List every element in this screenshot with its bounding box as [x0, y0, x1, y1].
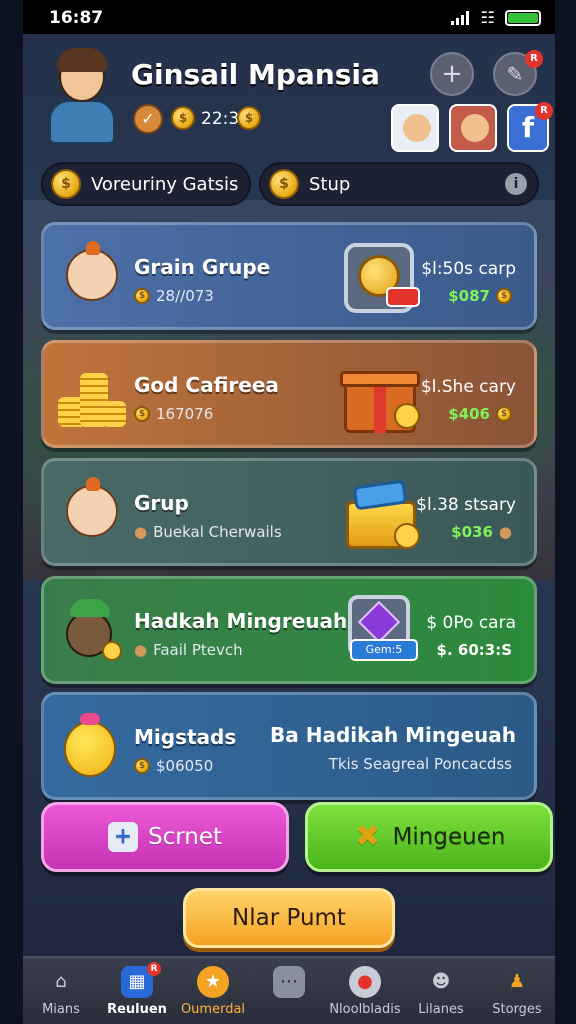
event-card[interactable]: Grain Grupe $28//073 $l:50s carp $087 $ [41, 222, 537, 330]
status-time: 16:87 [49, 8, 104, 28]
chat-icon: ⋯ [273, 966, 305, 998]
event-reward: Ba Hadikah Mingeuah [270, 723, 516, 747]
quest-pill[interactable]: $ Voreuriny Gatsis [41, 162, 251, 206]
friend-avatar[interactable] [449, 104, 497, 152]
event-price: $087 $ [448, 287, 512, 305]
event-price: $036 ● [451, 523, 512, 541]
tab-chat[interactable]: ⋯ [251, 958, 327, 1024]
tab-star[interactable]: ★ Oumerdal [175, 958, 251, 1024]
event-title: Hadkah Mingreuah [134, 609, 348, 633]
event-price: $406 $ [448, 405, 512, 423]
tab-group[interactable]: ☻ Lilanes [403, 958, 479, 1024]
star-icon: ★ [197, 966, 229, 998]
cookie-icon: ● [134, 523, 148, 541]
explorer-mascot-icon [58, 591, 122, 669]
game-screen: 16:87 ☷ Ginsail Mpansia ✓ $ 22:3 $ + ✎ R… [23, 0, 555, 1024]
map-pin-icon: ● [349, 966, 381, 998]
coin-icon: $ [134, 406, 150, 422]
gem-frame-icon: Gem:5 [338, 589, 422, 673]
status-bar: 16:87 ☷ [23, 0, 555, 34]
event-title: Grain Grupe [134, 255, 271, 279]
event-subtitle: ● Buekal Cherwails [134, 523, 282, 541]
mine-label: Mingeuen [392, 824, 506, 850]
event-subtitle: ● Faail Ptevch [134, 641, 243, 659]
battery-icon [505, 10, 541, 26]
event-title: Grup [134, 491, 189, 515]
event-subtitle: $167076 [134, 405, 213, 423]
tab-profile[interactable]: ♟ Storges [479, 958, 555, 1024]
event-reward: $ 0Po cara [426, 613, 516, 633]
mine-button[interactable]: ✖ Mingeuen [305, 802, 553, 872]
event-subtitle: $ $06050 [134, 757, 213, 775]
mascot-icon [58, 473, 120, 551]
event-card[interactable]: Migstads $ $06050 Ba Hadikah Mingeuah Tki… [41, 692, 537, 800]
cookie-icon: ● [498, 523, 512, 541]
tab-calendar[interactable]: ▦ R Reuluen [99, 958, 175, 1024]
coin-safe-icon [338, 235, 422, 319]
gift-box-icon [338, 353, 422, 437]
info-icon[interactable]: i [505, 173, 527, 195]
event-card[interactable]: Hadkah Mingreuah ● Faail Ptevch Gem:5 $ 0… [41, 576, 537, 684]
event-reward: $l.She cary [420, 377, 516, 397]
coin-icon: $ [134, 758, 150, 774]
home-icon: ⌂ [55, 971, 67, 992]
cross-icon: ✖ [354, 819, 381, 854]
player-avatar[interactable] [37, 46, 127, 146]
setup-pill[interactable]: $ Stup i [259, 162, 539, 206]
coin-balance: 22:3 [201, 109, 240, 129]
facebook-badge: R [535, 102, 553, 120]
play-button[interactable]: Nlar Pumt [183, 888, 395, 948]
friend-avatar[interactable] [391, 104, 439, 152]
scan-button[interactable]: + Scrnet [41, 802, 289, 872]
coin-icon: $ [171, 106, 195, 130]
add-button[interactable]: + [430, 52, 474, 96]
quest-label: Voreuriny Gatsis [91, 173, 239, 195]
coin-icon: $ [269, 169, 299, 199]
event-title: Migstads [134, 725, 237, 749]
coin-icon: $ [134, 288, 150, 304]
setup-label: Stup [309, 173, 351, 195]
tab-map[interactable]: ● Nloolbladis [327, 958, 403, 1024]
profile-icon: ♟ [508, 971, 526, 992]
event-card[interactable]: God Cafireea $167076 $l.She cary $406 $ [41, 340, 537, 448]
event-card[interactable]: Grup ● Buekal Cherwails $l.38 stsary $036… [41, 458, 537, 566]
coin-icon: $ [496, 288, 512, 304]
facebook-icon: f [521, 111, 535, 144]
event-description: Tkis Seagreal Poncacdss [328, 755, 512, 773]
pencil-icon: ✎ [506, 62, 524, 86]
coin-icon: $ [496, 406, 512, 422]
tab-home[interactable]: ⌂ Mians [23, 958, 99, 1024]
bottom-tab-bar: ⌂ Mians ▦ R Reuluen ★ Oumerdal ⋯ ● Nlool… [23, 956, 555, 1024]
event-reward: $l:50s carp [421, 259, 516, 279]
cookie-icon: ● [134, 641, 148, 659]
plus-box-icon: + [107, 822, 138, 852]
group-icon: ☻ [431, 971, 451, 992]
coin-icon: $ [51, 169, 81, 199]
event-title: God Cafireea [134, 373, 279, 397]
mascot-icon [58, 237, 120, 315]
treasure-chest-icon [338, 471, 422, 555]
event-subtitle: $28//073 [134, 287, 214, 305]
chick-mascot-icon [58, 707, 120, 785]
level-icon: ✓ [133, 104, 163, 134]
plus-icon: + [441, 59, 463, 89]
wifi-icon: ☷ [480, 8, 495, 27]
notification-badge: R [525, 50, 543, 68]
event-price: $. 60:3:S [436, 641, 512, 659]
coin-stack-icon [58, 355, 126, 433]
player-name: Ginsail Mpansia [131, 58, 380, 91]
coin-icon: $ [237, 106, 261, 130]
event-reward: $l.38 stsary [416, 495, 516, 515]
scan-label: Scrnet [147, 824, 223, 850]
signal-icon [451, 11, 469, 25]
